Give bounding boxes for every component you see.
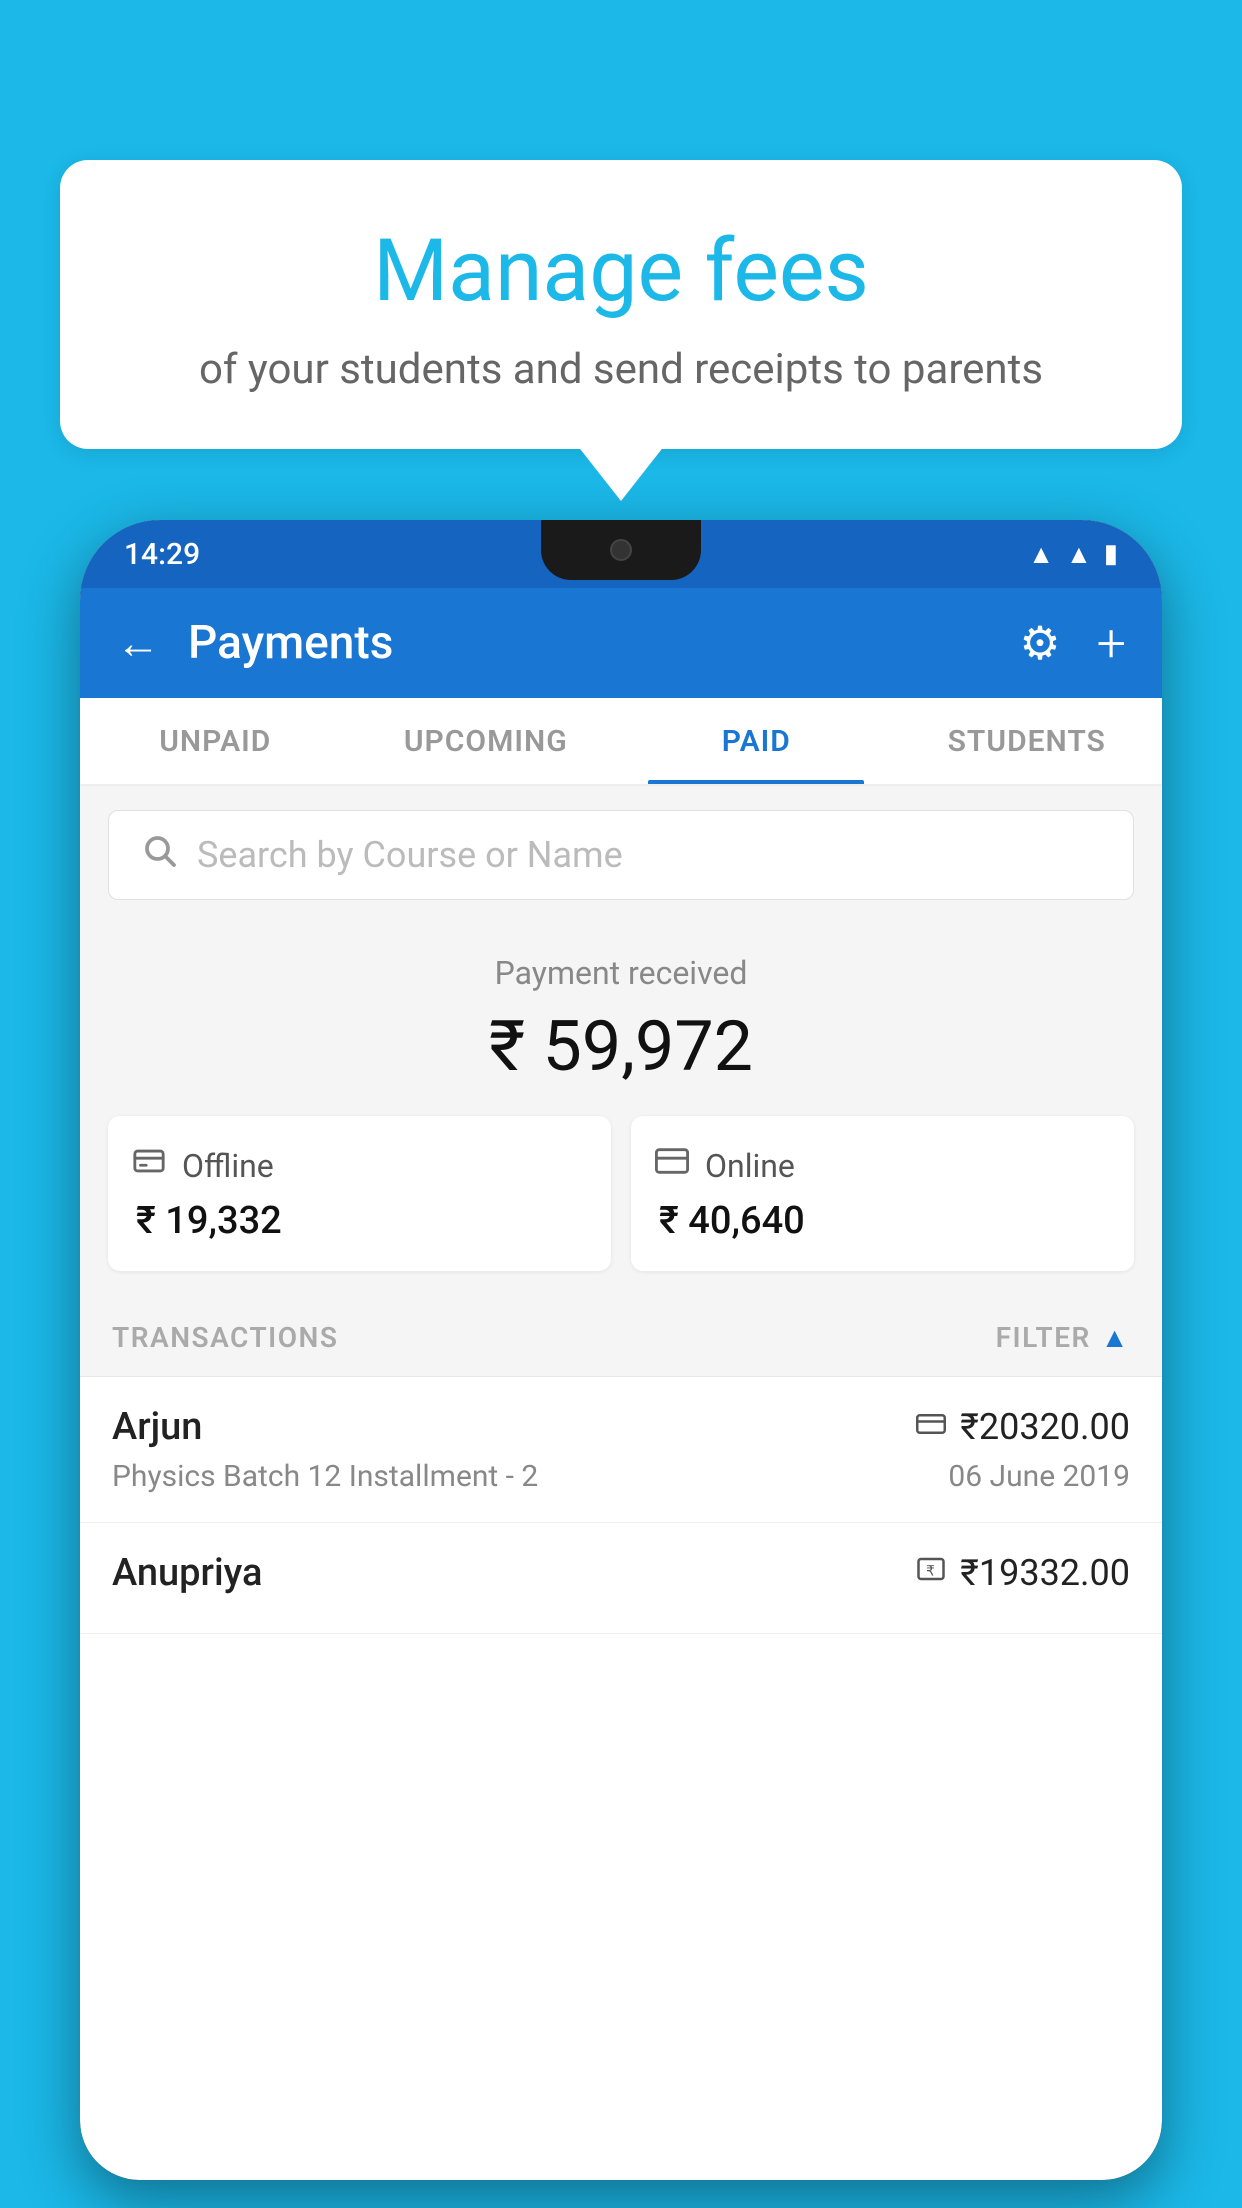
transaction-row[interactable]: Arjun ₹20320.00 Physics Batch 12 Install… [80, 1377, 1162, 1523]
phone-frame: 14:29 ▲ ▲ ▮ ← Payments ⚙ + [80, 520, 1162, 2180]
payment-cards: Offline ₹ 19,332 [108, 1116, 1134, 1271]
status-icons: ▲ ▲ ▮ [1028, 539, 1118, 570]
camera [610, 539, 632, 561]
transactions-label: TRANSACTIONS [112, 1321, 338, 1354]
tab-unpaid[interactable]: UNPAID [80, 698, 351, 784]
search-container: Search by Course or Name [80, 786, 1162, 924]
payment-summary: Payment received ₹ 59,972 [80, 924, 1162, 1299]
header-left: ← Payments [116, 616, 393, 670]
offline-amount: ₹ 19,332 [132, 1199, 587, 1243]
tab-upcoming[interactable]: UPCOMING [351, 698, 622, 784]
bubble-subtitle: of your students and send receipts to pa… [120, 345, 1122, 394]
tab-students[interactable]: STUDENTS [892, 698, 1163, 784]
online-card: Online ₹ 40,640 [631, 1116, 1134, 1271]
status-time: 14:29 [124, 537, 200, 572]
search-bar[interactable]: Search by Course or Name [108, 810, 1134, 900]
signal-icon: ▲ [1066, 539, 1092, 570]
course-label: Physics Batch 12 Installment - 2 [112, 1459, 538, 1494]
online-amount: ₹ 40,640 [655, 1199, 1110, 1243]
amount-row: ₹ ₹19332.00 [916, 1552, 1130, 1594]
offline-card: Offline ₹ 19,332 [108, 1116, 611, 1271]
payment-received-label: Payment received [108, 954, 1134, 992]
online-label: Online [705, 1147, 795, 1185]
amount-row: ₹20320.00 [916, 1406, 1130, 1448]
transaction-amount: ₹20320.00 [960, 1406, 1130, 1448]
online-icon [655, 1144, 689, 1187]
app-header: ← Payments ⚙ + [80, 588, 1162, 698]
back-button[interactable]: ← [116, 617, 160, 669]
search-icon [141, 832, 177, 878]
bubble-title: Manage fees [120, 220, 1122, 321]
filter-label: FILTER [996, 1321, 1091, 1354]
svg-text:₹: ₹ [926, 1563, 935, 1578]
speech-bubble-container: Manage fees of your students and send re… [60, 160, 1182, 449]
filter-icon: ▲ [1101, 1321, 1130, 1354]
header-right: ⚙ + [1019, 613, 1126, 674]
student-name: Anupriya [112, 1551, 262, 1595]
transaction-row[interactable]: Anupriya ₹ ₹19332.00 [80, 1523, 1162, 1634]
battery-icon: ▮ [1104, 539, 1118, 569]
header-title: Payments [188, 616, 393, 670]
wifi-icon: ▲ [1028, 539, 1054, 570]
tab-paid[interactable]: PAID [621, 698, 892, 784]
phone-screen: 14:29 ▲ ▲ ▮ ← Payments ⚙ + [80, 520, 1162, 2180]
speech-bubble: Manage fees of your students and send re… [60, 160, 1182, 449]
search-placeholder: Search by Course or Name [197, 834, 623, 876]
add-icon[interactable]: + [1097, 613, 1126, 674]
transactions-header: TRANSACTIONS FILTER ▲ [80, 1299, 1162, 1377]
offline-icon [132, 1144, 166, 1187]
settings-icon[interactable]: ⚙ [1019, 616, 1060, 671]
card-payment-icon [916, 1410, 946, 1445]
phone-container: 14:29 ▲ ▲ ▮ ← Payments ⚙ + [80, 520, 1162, 2208]
payment-total: ₹ 59,972 [108, 1006, 1134, 1088]
student-name: Arjun [112, 1405, 202, 1449]
notch [541, 520, 701, 580]
filter-button[interactable]: FILTER ▲ [996, 1321, 1130, 1354]
date-label: 06 June 2019 [948, 1459, 1130, 1494]
transaction-amount: ₹19332.00 [960, 1552, 1130, 1594]
rupee-payment-icon: ₹ [916, 1554, 946, 1592]
tabs-container: UNPAID UPCOMING PAID STUDENTS [80, 698, 1162, 786]
offline-label: Offline [182, 1147, 274, 1185]
